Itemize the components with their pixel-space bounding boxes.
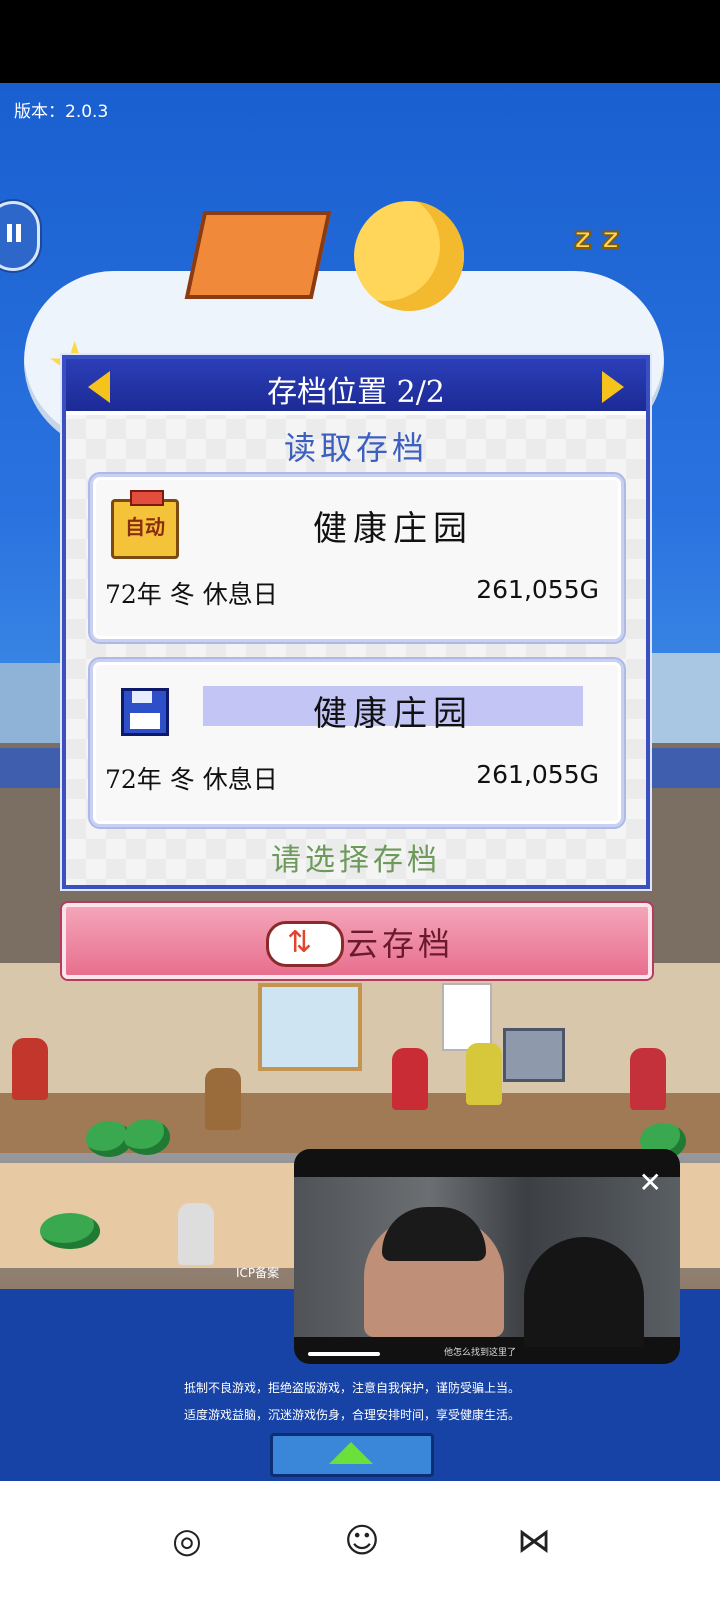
save-slot-money: 261,055G: [476, 575, 599, 604]
save-slot-name: 健康庄园: [313, 509, 473, 549]
save-slot-money: 261,055G: [476, 760, 599, 789]
video-subtitle: 他怎么找到这里了: [444, 1348, 517, 1358]
save-slot-manual[interactable]: 健康庄园 72年 冬 休息日 261,055G: [90, 659, 624, 827]
video-person: [364, 1207, 504, 1337]
version-label: 版本：2.0.3: [14, 102, 109, 122]
icp-label: ICP备案: [236, 1266, 280, 1280]
character-sprite: [12, 1038, 48, 1100]
save-slot-auto[interactable]: 自动 健康庄园 72年 冬 休息日 261,055G: [90, 474, 624, 642]
floppy-disk-icon: [121, 688, 169, 736]
ball-icon[interactable]: ◎: [167, 1521, 207, 1561]
moon-icon: [354, 201, 464, 311]
save-slot-date: 72年 冬 休息日: [105, 580, 278, 609]
load-save-heading: 读取存档: [283, 429, 428, 467]
mascot-icon[interactable]: ☺: [342, 1521, 382, 1561]
floating-video-player[interactable]: 他怎么找到这里了 ✕: [294, 1149, 680, 1364]
expand-up-button[interactable]: [270, 1433, 434, 1477]
character-sprite: [205, 1068, 241, 1130]
video-person: [524, 1237, 644, 1347]
bottom-nav-bar: ◎ ☺ ⋈: [0, 1481, 720, 1604]
notice-line-1: 抵制不良游戏，拒绝盗版游戏，注意自我保护，谨防受骗上当。: [183, 1381, 520, 1395]
next-page-arrow-icon[interactable]: [602, 371, 624, 403]
save-slot-name: 健康庄园: [203, 686, 583, 734]
bush-icon: [124, 1119, 170, 1155]
save-slot-date: 72年 冬 休息日: [105, 765, 278, 794]
character-sprite: [392, 1048, 428, 1110]
cloud-sync-icon: [266, 921, 344, 967]
close-icon[interactable]: ✕: [639, 1169, 662, 1197]
status-bar: [0, 0, 720, 83]
notice-line-2: 适度游戏益脑，沉迷游戏伤身，合理安排时间，享受健康生活。: [183, 1408, 520, 1422]
character-sprite: [178, 1203, 214, 1265]
butterfly-icon[interactable]: ⋈: [514, 1521, 554, 1561]
video-progress-bar: [308, 1352, 380, 1356]
dialog-header: 存档位置 2/2: [66, 359, 646, 415]
tv-icon: [503, 1028, 565, 1082]
video-frame: 他怎么找到这里了: [294, 1177, 680, 1358]
character-sprite: [630, 1048, 666, 1110]
save-slot-dialog: 存档位置 2/2 读取存档 自动 健康庄园 72年 冬 休息日 261,055G…: [62, 355, 650, 889]
house-icon: [184, 211, 332, 299]
character-sprite: [466, 1043, 502, 1105]
cloud-save-button[interactable]: 云存档: [62, 903, 652, 979]
sleep-icon: z z: [573, 220, 620, 257]
select-save-prompt: 请选择存档: [271, 843, 441, 878]
calendar-icon: [442, 983, 492, 1051]
background-window: [258, 983, 362, 1071]
auto-save-icon: 自动: [111, 490, 179, 559]
cloud-save-label: 云存档: [346, 925, 455, 963]
bush-icon: [40, 1213, 100, 1249]
dialog-title: 存档位置 2/2: [267, 375, 445, 410]
